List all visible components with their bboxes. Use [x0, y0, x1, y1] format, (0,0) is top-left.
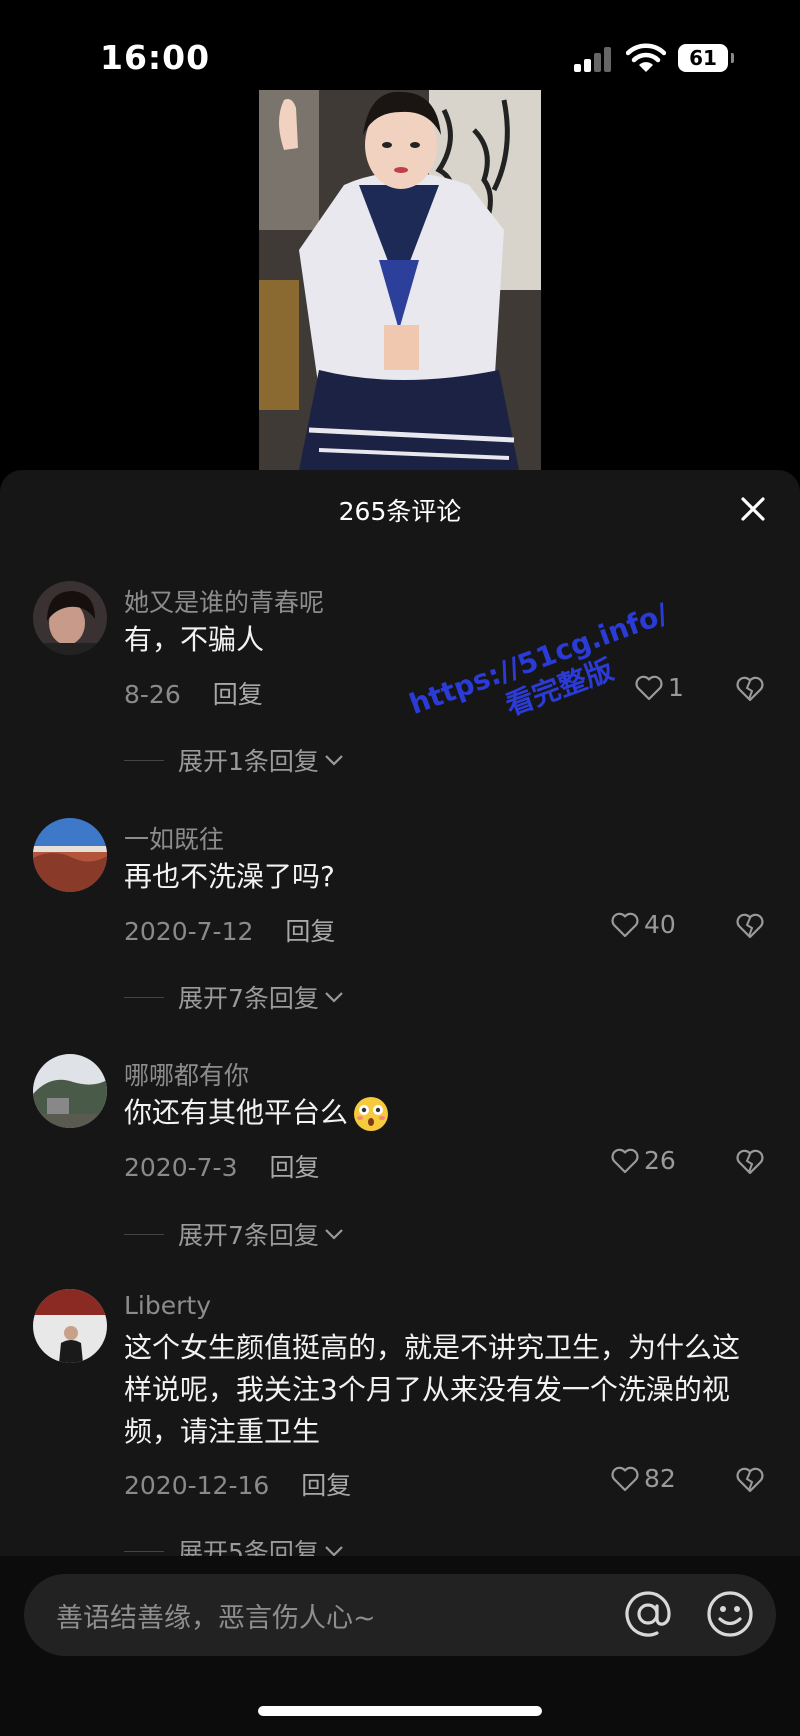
like-count: 82 — [644, 1464, 676, 1493]
smile-icon[interactable] — [704, 1588, 756, 1640]
heart-icon — [611, 912, 639, 937]
comments-count-title: 265条评论 — [338, 497, 462, 526]
comment-username[interactable]: 一如既往 — [124, 820, 224, 856]
wifi-icon — [625, 42, 667, 74]
battery-indicator: 61 — [678, 44, 734, 72]
avatar[interactable] — [33, 1289, 107, 1363]
heart-icon — [635, 675, 663, 700]
comment-date: 2020-7-3 — [124, 1153, 238, 1182]
broken-heart-icon[interactable] — [735, 1466, 765, 1494]
comment-meta: 2020-7-12 回复 — [124, 912, 335, 948]
like-button[interactable]: 82 — [610, 1464, 676, 1493]
at-icon[interactable] — [622, 1588, 674, 1640]
like-button[interactable]: 40 — [610, 910, 676, 939]
like-count: 26 — [644, 1146, 676, 1175]
comment-meta: 2020-7-3 回复 — [124, 1148, 320, 1184]
home-indicator[interactable] — [258, 1706, 542, 1716]
close-icon[interactable] — [738, 494, 768, 524]
flushed-emoji-icon — [354, 1097, 389, 1131]
signal-icon — [574, 46, 612, 72]
broken-heart-icon[interactable] — [735, 912, 765, 940]
expand-replies-label: 展开7条回复 — [178, 1221, 319, 1250]
comment-meta: 8-26 回复 — [124, 675, 263, 711]
heart-icon — [611, 1148, 639, 1173]
chevron-down-icon — [325, 992, 343, 1003]
reply-button[interactable]: 回复 — [285, 912, 335, 948]
expand-replies-button[interactable]: 展开7条回复 — [124, 1216, 345, 1252]
comment-text: 再也不洗澡了吗? — [124, 860, 335, 893]
chevron-down-icon — [325, 755, 343, 766]
like-button[interactable]: 1 — [634, 673, 684, 702]
broken-heart-icon[interactable] — [735, 675, 765, 703]
comment-input-placeholder: 善语结善缘，恶言伤人心~ — [56, 1603, 376, 1634]
heart-icon — [611, 1466, 639, 1491]
reply-button[interactable]: 回复 — [213, 675, 263, 711]
like-button[interactable]: 26 — [610, 1146, 676, 1175]
chevron-down-icon — [325, 1229, 343, 1240]
reply-button[interactable]: 回复 — [301, 1466, 351, 1502]
comment-meta: 2020-12-16 回复 — [124, 1466, 351, 1502]
comment-date: 2020-7-12 — [124, 917, 254, 946]
comment-username[interactable]: Liberty — [124, 1291, 211, 1320]
expand-replies-label: 展开1条回复 — [178, 747, 319, 776]
expand-replies-button[interactable]: 展开7条回复 — [124, 979, 345, 1015]
divider — [124, 759, 164, 761]
video-thumbnail[interactable] — [259, 90, 541, 470]
reply-button[interactable]: 回复 — [269, 1148, 319, 1184]
comment-text-content: 你还有其他平台么 — [124, 1096, 349, 1129]
like-count: 1 — [668, 673, 684, 702]
comment-date: 8-26 — [124, 680, 181, 709]
avatar[interactable] — [33, 581, 107, 655]
divider — [124, 996, 164, 998]
comment-username[interactable]: 哪哪都有你 — [124, 1056, 249, 1092]
avatar[interactable] — [33, 1054, 107, 1128]
like-count: 40 — [644, 910, 676, 939]
status-bar: 16:00 61 — [0, 0, 800, 90]
comment-text: 这个女生颜值挺高的，就是不讲究卫生，为什么这样说呢，我关注3个月了从来没有发一个… — [124, 1331, 741, 1448]
divider — [124, 1550, 164, 1552]
expand-replies-button[interactable]: 展开1条回复 — [124, 742, 345, 778]
expand-replies-label: 展开7条回复 — [178, 984, 319, 1013]
comment-date: 2020-12-16 — [124, 1471, 270, 1500]
status-time: 16:00 — [100, 38, 211, 77]
comment-text: 你还有其他平台么 — [124, 1092, 764, 1134]
avatar[interactable] — [33, 818, 107, 892]
broken-heart-icon[interactable] — [735, 1148, 765, 1176]
comment-username[interactable]: 她又是谁的青春呢 — [124, 583, 324, 619]
comment-input[interactable]: 善语结善缘，恶言伤人心~ — [24, 1574, 776, 1656]
divider — [124, 1233, 164, 1235]
